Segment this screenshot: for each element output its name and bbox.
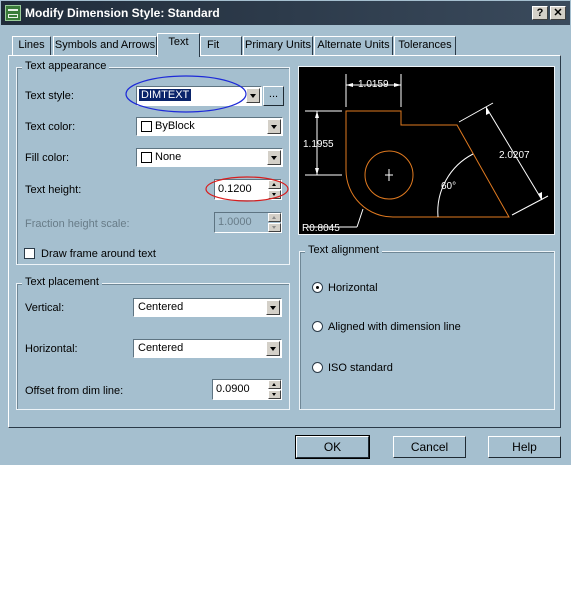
radio-aligned-with-dimension-line[interactable]: [312, 321, 323, 332]
fill-color-select[interactable]: None: [136, 148, 283, 167]
title-bar: Modify Dimension Style: Standard ? ✕: [1, 1, 570, 25]
dimension-preview: 1.0159 1.1955 2.0207 60° R0.8045: [298, 66, 555, 235]
tab-primary-units[interactable]: Primary Units: [243, 36, 313, 55]
part-outline: [345, 110, 510, 218]
help-title-button[interactable]: ?: [532, 6, 548, 20]
horizontal-select[interactable]: Centered: [133, 339, 282, 358]
radio-iso-standard[interactable]: [312, 362, 323, 373]
draw-frame-checkbox[interactable]: [24, 248, 35, 259]
blue-highlight-ellipse: [125, 75, 247, 113]
fraction-height-scale-input[interactable]: 1.0000: [214, 212, 282, 233]
spin-up-icon[interactable]: [268, 213, 281, 222]
fill-color-value: None: [155, 151, 182, 163]
text-color-label: Text color:: [25, 121, 76, 133]
text-placement-legend: Text placement: [22, 276, 102, 288]
modify-dimension-style-dialog: Modify Dimension Style: Standard ? ✕ Lin…: [0, 0, 571, 465]
chevron-down-icon[interactable]: [266, 300, 280, 315]
tab-tolerances[interactable]: Tolerances: [394, 36, 456, 55]
text-style-browse-button[interactable]: ...: [263, 86, 284, 106]
spin-down-icon[interactable]: [268, 390, 281, 399]
horizontal-label: Horizontal:: [25, 343, 78, 355]
offset-from-dim-line-label: Offset from dim line:: [25, 385, 124, 397]
text-color-select[interactable]: ByBlock: [136, 117, 283, 136]
spin-down-icon[interactable]: [268, 223, 281, 232]
radio-horizontal[interactable]: [312, 282, 323, 293]
help-button[interactable]: Help: [488, 436, 561, 458]
vertical-label: Vertical:: [25, 302, 65, 314]
radio-iso-label: ISO standard: [328, 362, 393, 374]
tab-text[interactable]: Text: [157, 33, 200, 57]
offset-from-dim-line-input[interactable]: 0.0900: [212, 379, 282, 400]
chevron-down-icon[interactable]: [267, 150, 281, 165]
preview-dim-right-text: 2.0207: [499, 150, 530, 161]
draw-frame-label: Draw frame around text: [41, 248, 156, 260]
offset-spinner[interactable]: [268, 380, 281, 399]
preview-dim-left-text: 1.1955: [303, 139, 334, 150]
ok-button[interactable]: OK: [295, 435, 370, 459]
text-alignment-legend: Text alignment: [305, 244, 382, 256]
text-height-label: Text height:: [25, 184, 82, 196]
dialog-title: Modify Dimension Style: Standard: [25, 6, 220, 20]
radio-horizontal-label: Horizontal: [328, 282, 378, 294]
radio-aligned-label: Aligned with dimension line: [328, 321, 461, 333]
vertical-value: Centered: [138, 301, 184, 313]
fraction-height-scale-value: 1.0000: [218, 216, 252, 228]
fill-color-label: Fill color:: [25, 152, 70, 164]
text-color-value: ByBlock: [155, 120, 195, 132]
preview-drawing: 1.0159 1.1955 2.0207 60° R0.8045: [302, 74, 549, 234]
chevron-down-icon[interactable]: [266, 341, 280, 356]
offset-from-dim-line-value: 0.0900: [216, 383, 250, 395]
tab-alternate-units[interactable]: Alternate Units: [314, 36, 393, 55]
fraction-height-scale-spinner[interactable]: [268, 213, 281, 232]
preview-angle-text: 60°: [441, 181, 456, 192]
tab-symbols-and-arrows[interactable]: Symbols and Arrows: [53, 36, 157, 55]
red-highlight-ellipse: [205, 176, 289, 202]
color-swatch-icon: [141, 121, 152, 132]
text-appearance-legend: Text appearance: [22, 60, 110, 72]
tab-lines[interactable]: Lines: [12, 36, 51, 55]
vertical-select[interactable]: Centered: [133, 298, 282, 317]
fraction-height-scale-label: Fraction height scale:: [25, 218, 130, 230]
cancel-button[interactable]: Cancel: [393, 436, 466, 458]
preview-radius-text: R0.8045: [302, 223, 340, 234]
app-icon: [5, 5, 21, 21]
chevron-down-icon[interactable]: [267, 119, 281, 134]
preview-dim-top-text: 1.0159: [358, 79, 389, 90]
dimension-arrows: [315, 83, 542, 200]
text-style-label: Text style:: [25, 90, 74, 102]
color-swatch-icon: [141, 152, 152, 163]
horizontal-value: Centered: [138, 342, 184, 354]
tab-fit[interactable]: Fit: [200, 36, 242, 55]
spin-up-icon[interactable]: [268, 380, 281, 389]
close-title-button[interactable]: ✕: [550, 6, 566, 20]
